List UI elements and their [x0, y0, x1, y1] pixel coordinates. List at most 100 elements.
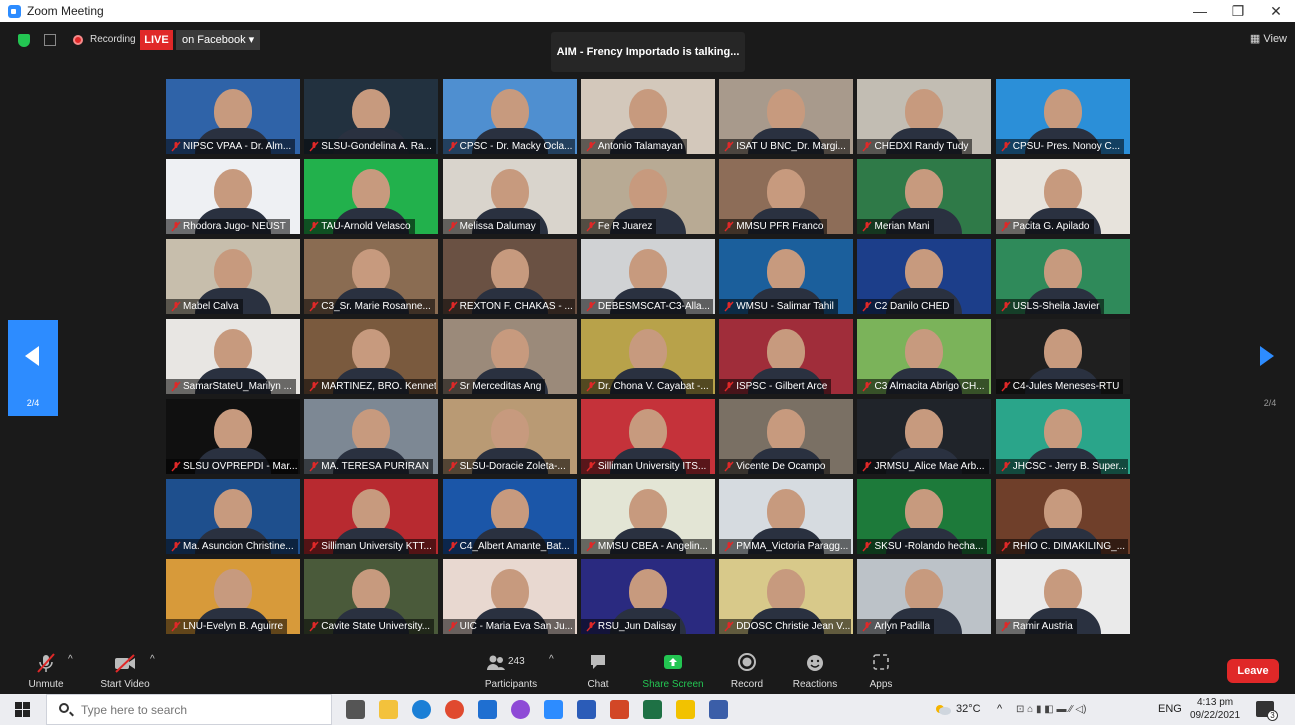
unmute-button[interactable]: Unmute: [26, 652, 66, 690]
participant-tile[interactable]: WMSU - Salimar Tahil: [719, 239, 854, 314]
participant-tile[interactable]: Melissa Dalumay: [442, 159, 577, 234]
close-button[interactable]: ✕: [1257, 0, 1295, 22]
participant-tile[interactable]: SKSU -Rolando hecha...: [857, 479, 992, 554]
participant-tile[interactable]: Vicente De Ocampo: [719, 399, 854, 474]
participant-tile[interactable]: Mabel Calva: [166, 239, 300, 314]
participant-tile[interactable]: Antonio Talamayan: [580, 79, 715, 154]
participant-tile[interactable]: Silliman University ITS...: [580, 399, 715, 474]
participant-tile[interactable]: MARTINEZ, BRO. Kenneth: [304, 319, 439, 394]
participant-tile[interactable]: C4-Jules Meneses-RTU: [995, 319, 1130, 394]
windows-start-icon[interactable]: [15, 702, 30, 717]
taskbar-search-box[interactable]: [46, 694, 332, 725]
participant-tile[interactable]: CHEDXI Randy Tudy: [857, 79, 992, 154]
participant-tile[interactable]: DDOSC Christie Jean V...: [719, 559, 854, 634]
apps-button[interactable]: Apps: [866, 652, 896, 690]
word-icon[interactable]: [577, 700, 596, 719]
edge-icon[interactable]: [412, 700, 431, 719]
participant-tile[interactable]: C3_Sr. Marie Rosanne...: [304, 239, 439, 314]
taskbar-search-input[interactable]: [81, 700, 321, 720]
participant-tile[interactable]: SLSU OVPREPDI - Mar...: [166, 399, 300, 474]
participant-tile[interactable]: MA. TERESA PURIRAN: [304, 399, 439, 474]
participant-tile[interactable]: JRMSU_Alice Mae Arb...: [857, 399, 992, 474]
muted-mic-icon: [586, 301, 596, 312]
participant-tile[interactable]: DEBESMSCAT-C3-Alla...: [580, 239, 715, 314]
participant-tile[interactable]: NIPSC VPAA - Dr. Alm...: [166, 79, 300, 154]
audio-options-caret-icon[interactable]: ^: [68, 654, 73, 665]
zoom-icon[interactable]: [544, 700, 563, 719]
participant-tile[interactable]: C2 Danilo CHED: [857, 239, 992, 314]
participant-tile[interactable]: Ramir Austria: [995, 559, 1130, 634]
participant-tile[interactable]: Cavite State University...: [304, 559, 439, 634]
messenger-icon[interactable]: [511, 700, 530, 719]
participant-tile[interactable]: CPSU- Pres. Nonoy C...: [995, 79, 1130, 154]
participant-tile[interactable]: MMSU CBEA - Angelin...: [580, 479, 715, 554]
participant-tile[interactable]: Fe R Juarez: [580, 159, 715, 234]
participant-tile[interactable]: SamarStateU_Marilyn ...: [166, 319, 300, 394]
chat-button[interactable]: Chat: [582, 652, 614, 690]
excel-icon[interactable]: [643, 700, 662, 719]
recording-label[interactable]: Recording: [90, 34, 136, 45]
participant-tile[interactable]: C3 Almacita Abrigo CH...: [857, 319, 992, 394]
participant-tile[interactable]: ISAT U BNC_Dr. Margi...: [719, 79, 854, 154]
weather-temperature[interactable]: 32°C: [956, 694, 981, 725]
participant-video-face: [628, 489, 667, 533]
participant-tile[interactable]: Rhodora Jugo- NEUST: [166, 159, 300, 234]
participant-tile[interactable]: CPSC - Dr. Macky Ocla...: [442, 79, 577, 154]
tray-status-icons[interactable]: ⊡ ⌂ ▮ ◧ ▬ ∕∕ ◁): [1016, 694, 1086, 725]
next-page-button[interactable]: 2/4: [1250, 320, 1290, 416]
previous-page-button[interactable]: 2/4: [8, 320, 58, 416]
participant-tile[interactable]: TAU-Arnold Velasco: [304, 159, 439, 234]
participant-name-label: ISPSC - Gilbert Arce: [719, 379, 832, 394]
participant-tile[interactable]: JHCSC - Jerry B. Super...: [995, 399, 1130, 474]
powerpoint-icon[interactable]: [610, 700, 629, 719]
participant-tile[interactable]: MMSU PFR Franco: [719, 159, 854, 234]
participant-tile[interactable]: RSU_Jun Dalisay: [580, 559, 715, 634]
participant-tile[interactable]: RHIO C. DIMAKILING_...: [995, 479, 1130, 554]
tray-overflow-chevron-icon[interactable]: ^: [997, 694, 1002, 725]
zoom-app-icon: [8, 4, 21, 18]
calculator-icon[interactable]: [709, 700, 728, 719]
participant-name-label: TAU-Arnold Velasco: [304, 219, 415, 234]
participant-tile[interactable]: Arlyn Padilla: [857, 559, 992, 634]
record-button[interactable]: Record: [728, 652, 766, 690]
participant-tile[interactable]: LNU-Evelyn B. Aguirre: [166, 559, 300, 634]
live-stream-dropdown[interactable]: on Facebook ▾: [176, 30, 261, 50]
participant-tile[interactable]: Silliman University KTT...: [304, 479, 439, 554]
share-screen-button[interactable]: Share Screen: [640, 652, 706, 690]
participant-name-label: SLSU OVPREPDI - Mar...: [166, 459, 298, 474]
participant-tile[interactable]: Ma. Asuncion Christine...: [166, 479, 300, 554]
minimize-button[interactable]: —: [1181, 0, 1219, 22]
input-language-indicator[interactable]: ENG: [1158, 694, 1182, 725]
participant-tile[interactable]: PMMA_Victoria Paragg...: [719, 479, 854, 554]
participant-tile[interactable]: REXTON F. CHAKAS - ...: [442, 239, 577, 314]
view-button[interactable]: ▦ View: [1250, 32, 1287, 45]
chrome-icon[interactable]: [445, 700, 464, 719]
participant-tile[interactable]: SLSU-Doracie Zoleta-...: [442, 399, 577, 474]
leave-button[interactable]: Leave: [1227, 659, 1279, 683]
participants-caret-icon[interactable]: ^: [549, 654, 554, 665]
file-explorer-icon[interactable]: [379, 700, 398, 719]
restore-button[interactable]: ❐: [1219, 0, 1257, 22]
participant-tile[interactable]: USLS-Sheila Javier: [995, 239, 1130, 314]
participant-tile[interactable]: Sr Merceditas Ang: [442, 319, 577, 394]
weather-icon[interactable]: [934, 694, 952, 725]
taskbar-clock[interactable]: 4:13 pm 09/22/2021: [1190, 696, 1240, 722]
sticky-notes-icon[interactable]: [676, 700, 695, 719]
participant-tile[interactable]: SLSU-Gondelina A. Ra...: [304, 79, 439, 154]
participant-tile[interactable]: Merian Mani: [857, 159, 992, 234]
participant-tile[interactable]: Pacita G. Apilado: [995, 159, 1130, 234]
participant-tile[interactable]: ISPSC - Gilbert Arce: [719, 319, 854, 394]
reactions-button[interactable]: Reactions: [791, 652, 839, 690]
notification-center-icon[interactable]: 3: [1256, 701, 1278, 721]
participant-tile[interactable]: Dr. Chona V. Cayabat -...: [580, 319, 715, 394]
start-video-button[interactable]: Start Video: [98, 652, 152, 690]
mail-icon[interactable]: [478, 700, 497, 719]
participant-video-face: [352, 169, 391, 213]
participants-button[interactable]: 243 Participants: [478, 652, 544, 690]
participant-tile[interactable]: C4_Albert Amante_Bat...: [442, 479, 577, 554]
meeting-info-grid-icon[interactable]: [44, 34, 56, 46]
task-view-icon[interactable]: [346, 700, 365, 719]
security-shield-icon[interactable]: [18, 34, 30, 47]
video-options-caret-icon[interactable]: ^: [150, 654, 155, 665]
participant-tile[interactable]: UIC - Maria Eva San Ju...: [442, 559, 577, 634]
